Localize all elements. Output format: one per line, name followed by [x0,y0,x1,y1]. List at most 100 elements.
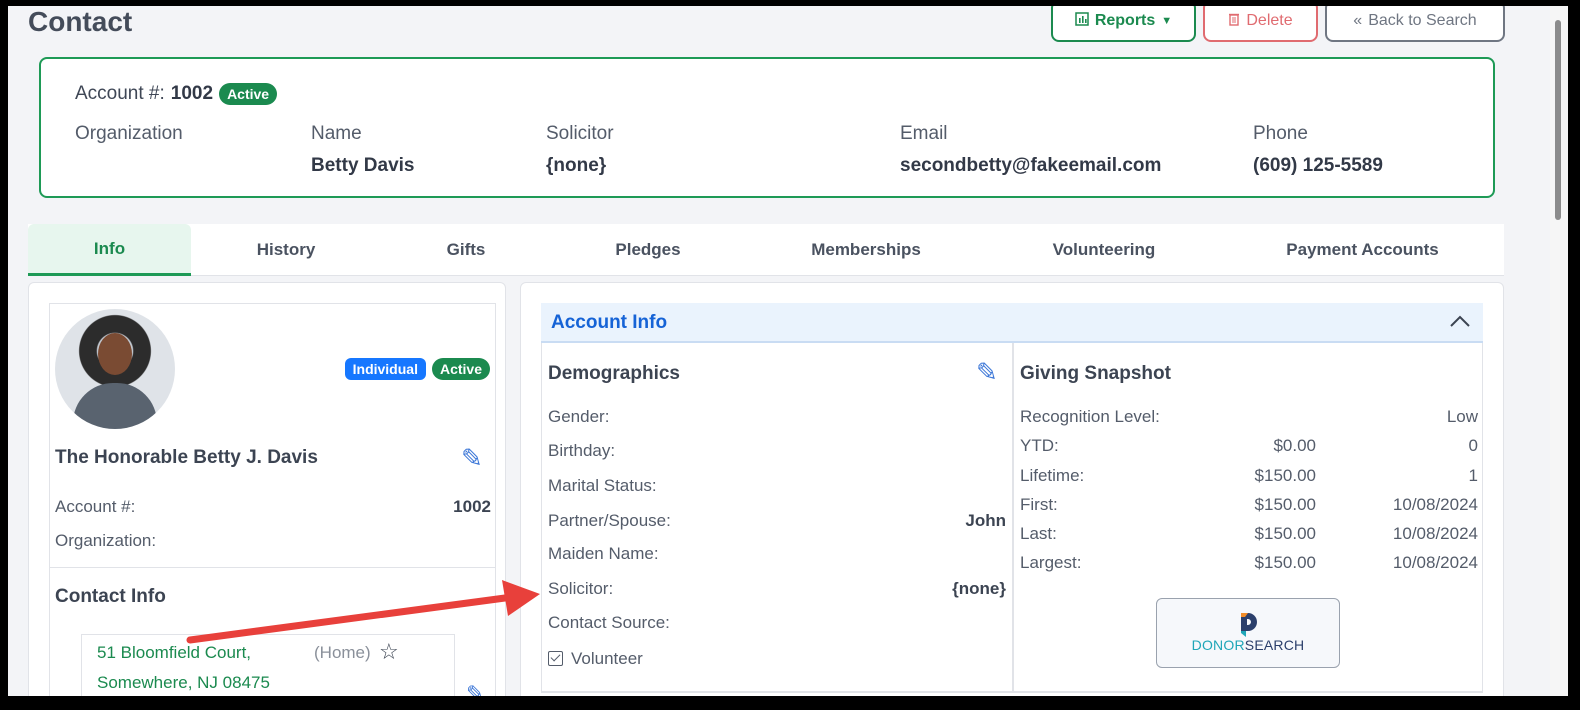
volunteer-label: Volunteer [571,649,643,668]
chevron-up-icon[interactable] [1449,311,1471,333]
maiden-name-label: Maiden Name: [548,544,659,563]
giving-row-last: Last: $150.00 10/08/2024 [1020,524,1478,544]
giving-row-amount: $150.00 [1254,553,1316,572]
edit-address-pencil-icon[interactable]: ✎ [466,681,484,696]
profile-organization-row: Organization: [55,531,491,551]
contact-source-row: Contact Source: [548,613,670,633]
trash-icon [1228,12,1240,31]
giving-row-amount: $150.00 [1254,495,1316,514]
donorsearch-button[interactable]: DONORSEARCH [1156,598,1340,668]
summary-account-line: Account #: 1002 Active [75,83,278,105]
tab-info[interactable]: Info [28,224,191,276]
profile-account-row: Account #: 1002 [55,497,491,517]
edit-pencil-icon[interactable]: ✎ [461,443,483,474]
address-line2[interactable]: Somewhere, NJ 08475 [97,673,270,693]
contact-page: Contact Reports ▼ Delete « Back to Searc… [8,6,1550,696]
summary-email: Email secondbetty@fakeemail.com [900,123,1161,177]
summary-name: Name Betty Davis [311,123,415,177]
recognition-label: Recognition Level: [1020,407,1160,426]
demographics-section: Demographics ✎ Gender: Birthday: Marital… [541,343,1013,693]
giving-row-lifetime: Lifetime: $150.00 1 [1020,466,1478,486]
birthday-label: Birthday: [548,441,616,460]
donorsearch-text: DONORSEARCH [1157,637,1339,653]
avatar [55,309,175,429]
email-label: Email [900,123,948,144]
recognition-row: Recognition Level: Low [1020,407,1478,427]
tab-history[interactable]: History [191,224,381,276]
delete-button[interactable]: Delete [1203,6,1318,42]
back-label: Back to Search [1368,12,1477,29]
giving-row-count: 0 [1468,436,1478,455]
solicitor-value: {none} [546,155,607,176]
profile-organization-label: Organization: [55,531,157,550]
contact-tabs: Info History Gifts Pledges Memberships V… [28,224,1504,276]
organization-label: Organization [75,123,183,144]
tab-memberships[interactable]: Memberships [745,224,987,276]
status-badge: Active [219,83,278,105]
birthday-row: Birthday: [548,441,615,461]
tab-pledges[interactable]: Pledges [551,224,745,276]
giving-row-label: Lifetime: [1020,466,1085,485]
reports-button[interactable]: Reports ▼ [1051,6,1196,42]
summary-solicitor: Solicitor {none} [546,123,614,177]
profile-card: Individual Active The Honorable Betty J.… [49,303,496,696]
partner-value: John [965,511,1006,530]
giving-row-count: 10/08/2024 [1392,495,1478,514]
volunteer-checkbox[interactable] [548,651,563,666]
address-line1[interactable]: 51 Bloomfield Court, [97,643,251,663]
name-label: Name [311,123,362,144]
profile-account-value: 1002 [453,497,491,516]
profile-panel: Individual Active The Honorable Betty J.… [28,282,506,696]
profile-badges: Individual Active [344,358,490,380]
phone-value[interactable]: (609) 125-5589 [1253,155,1383,177]
account-info-panel: Account Info Demographics ✎ Gender: Birt… [520,282,1504,696]
marital-status-label: Marital Status: [548,476,657,495]
summary-organization: Organization [75,123,183,155]
email-value[interactable]: secondbetty@fakeemail.com [900,155,1161,177]
donorsearch-logo-icon [1241,613,1257,637]
type-badge: Individual [344,358,426,380]
giving-row-largest: Largest: $150.00 10/08/2024 [1020,553,1478,573]
edit-demographics-pencil-icon[interactable]: ✎ [976,357,998,388]
account-info-header[interactable]: Account Info [541,303,1483,343]
double-chevron-left-icon: « [1353,12,1363,29]
recognition-value: Low [1446,407,1478,426]
contact-info-title: Contact Info [55,586,166,607]
back-to-search-button[interactable]: « Back to Search [1325,6,1505,42]
scrollbar-thumb[interactable] [1555,20,1561,220]
profile-account-label: Account #: [55,497,136,516]
demographics-title: Demographics [548,363,680,384]
vertical-scrollbar[interactable] [1550,6,1568,696]
volunteer-row: Volunteer [548,649,643,669]
giving-row-count: 10/08/2024 [1392,553,1478,572]
giving-row-label: Largest: [1020,553,1082,572]
giving-row-count: 10/08/2024 [1392,524,1478,543]
summary-account-number: 1002 [170,83,214,104]
solicitor-row: Solicitor: {none} [548,579,1006,599]
tab-gifts[interactable]: Gifts [381,224,551,276]
giving-row-ytd: YTD: $0.00 0 [1020,436,1478,456]
address-card: 51 Bloomfield Court, Somewhere, NJ 08475… [81,634,455,696]
giving-row-first: First: $150.00 10/08/2024 [1020,495,1478,515]
address-type: (Home) [314,643,371,662]
gender-label: Gender: [548,407,610,426]
name-value: Betty Davis [311,155,415,176]
page-title: Contact [28,6,133,37]
summary-phone: Phone (609) 125-5589 [1253,123,1383,177]
summary-account-label: Account #: [75,83,165,104]
giving-row-label: YTD: [1020,436,1059,455]
account-info-title: Account Info [551,312,668,333]
giving-row-label: Last: [1020,524,1057,543]
star-icon[interactable]: ☆ [379,639,399,665]
contact-source-label: Contact Source: [548,613,670,632]
profile-full-name: The Honorable Betty J. Davis [55,447,318,468]
account-summary-card: Account #: 1002 Active Organization Name… [39,57,1495,198]
giving-row-amount: $0.00 [1273,436,1316,455]
solicitor-label: Solicitor [546,123,614,144]
demo-solicitor-label: Solicitor: [548,579,614,598]
marital-status-row: Marital Status: [548,476,657,496]
giving-snapshot-title: Giving Snapshot [1020,363,1171,384]
gender-row: Gender: [548,407,609,427]
tab-volunteering[interactable]: Volunteering [987,224,1221,276]
tab-payment-accounts[interactable]: Payment Accounts [1221,224,1504,276]
